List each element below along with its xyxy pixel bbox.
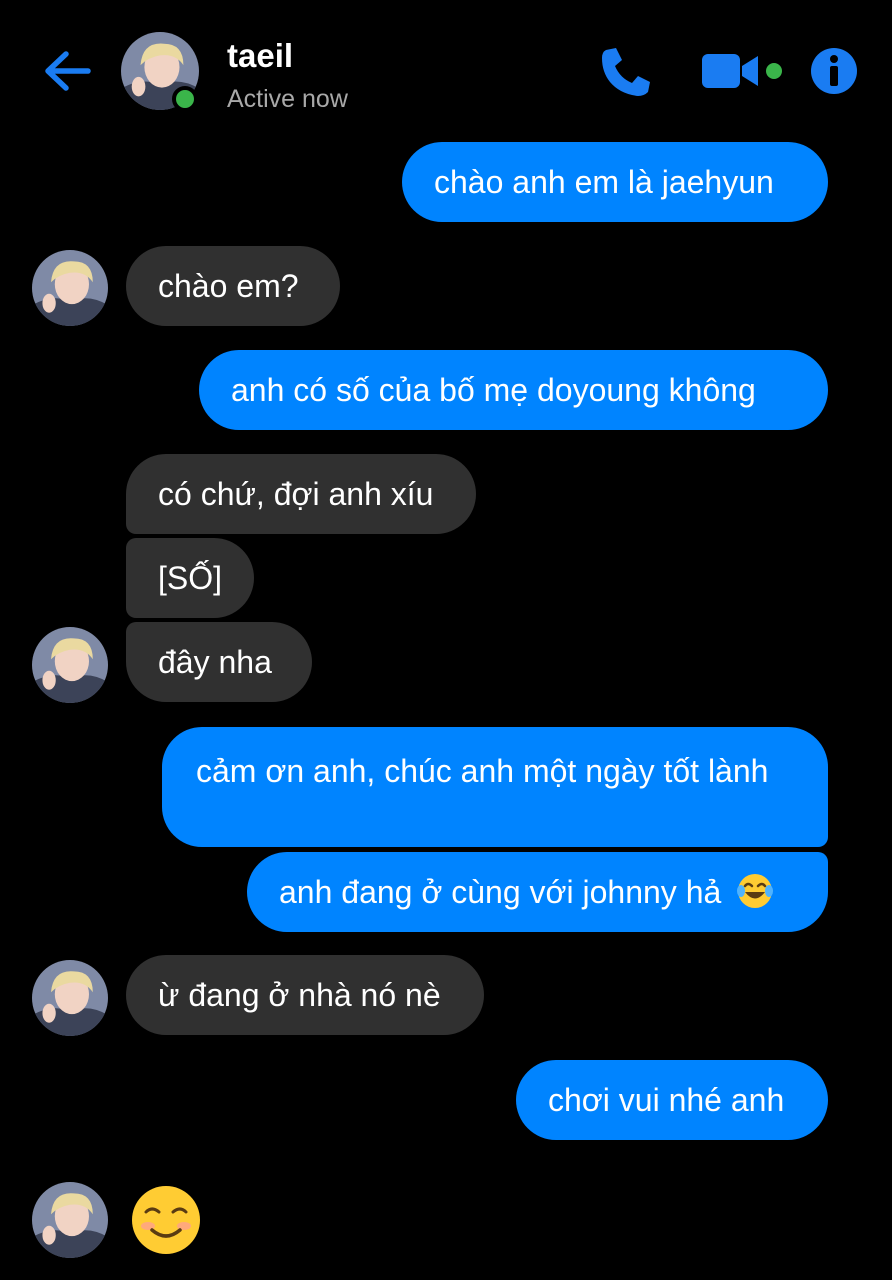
message-text: đây nha [158, 644, 272, 680]
message-bubble-incoming[interactable]: có chứ, đợi anh xíu [126, 454, 476, 534]
message-bubble-outgoing[interactable]: anh đang ở cùng với johnny hả [247, 852, 828, 932]
back-arrow-icon[interactable] [42, 48, 92, 94]
sender-avatar[interactable] [32, 1182, 108, 1258]
message-bubble-incoming[interactable]: đây nha [126, 622, 312, 702]
message-text: chơi vui nhé anh [548, 1082, 785, 1118]
message-text: chào em? [158, 268, 299, 304]
sender-avatar[interactable] [32, 627, 108, 703]
message-text: có chứ, đợi anh xíu [158, 476, 434, 512]
message-text: anh đang ở cùng với johnny hả [279, 874, 722, 910]
message-bubble-outgoing[interactable]: cảm ơn anh, chúc anh một ngày tốt lành [162, 727, 828, 847]
message-bubble-outgoing[interactable]: chơi vui nhé anh [516, 1060, 828, 1140]
phone-icon[interactable] [598, 44, 654, 100]
message-text: cảm ơn anh, chúc anh một ngày tốt lành [196, 753, 769, 789]
laughing-tears-emoji-icon [737, 874, 774, 908]
active-status: Active now [227, 85, 348, 113]
message-bubble-incoming[interactable]: [SỐ] [126, 538, 254, 618]
message-bubble-outgoing[interactable]: chào anh em là jaehyun [402, 142, 828, 222]
message-text: anh có số của bố mẹ doyoung không [231, 372, 756, 408]
online-status-dot [172, 86, 198, 112]
smiling-face-emoji-icon[interactable] [130, 1184, 202, 1256]
message-bubble-incoming[interactable]: chào em? [126, 246, 340, 326]
message-text: chào anh em là jaehyun [434, 164, 774, 200]
message-bubble-incoming[interactable]: ừ đang ở nhà nó nè [126, 955, 484, 1035]
message-text: ừ đang ở nhà nó nè [158, 977, 441, 1013]
video-camera-icon[interactable] [700, 52, 788, 90]
info-icon[interactable] [810, 47, 858, 95]
contact-name[interactable]: taeil [227, 36, 293, 76]
sender-avatar[interactable] [32, 960, 108, 1036]
message-text: [SỐ] [158, 560, 223, 596]
message-bubble-outgoing[interactable]: anh có số của bố mẹ doyoung không [199, 350, 828, 430]
sender-avatar[interactable] [32, 250, 108, 326]
